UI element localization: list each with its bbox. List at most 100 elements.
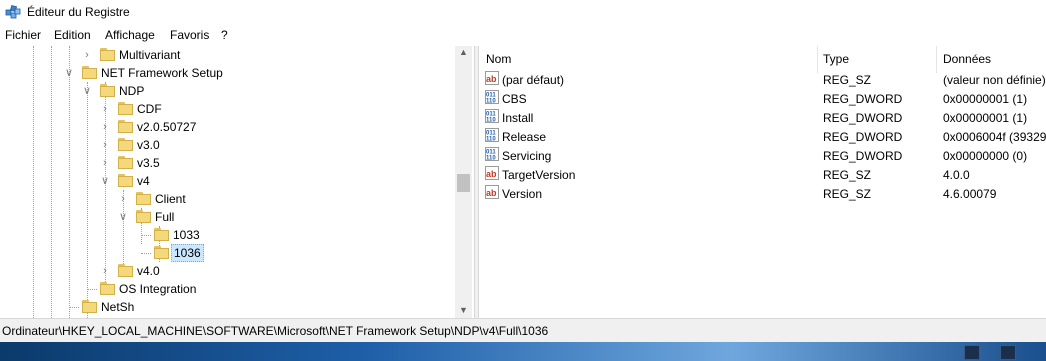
folder-icon — [118, 102, 134, 115]
value-type: REG_DWORD — [823, 92, 903, 106]
scroll-up-icon[interactable]: ▲ — [459, 47, 468, 57]
column-divider[interactable] — [817, 46, 818, 73]
tree-item-label[interactable]: v4 — [135, 172, 152, 190]
title-bar: Éditeur du Registre — [0, 0, 1046, 25]
tree-item-label[interactable]: v3.5 — [135, 154, 162, 172]
chevron-right-icon[interactable]: › — [100, 262, 110, 280]
chevron-down-icon[interactable]: ∨ — [100, 172, 110, 190]
tree-item[interactable]: › v3.5 — [0, 154, 455, 172]
value-row[interactable]: ab (par défaut) REG_SZ (valeur non définie) — [479, 71, 1046, 90]
binary-value-icon: 011 110 — [485, 90, 499, 105]
chevron-right-icon[interactable]: › — [118, 190, 128, 208]
svg-text:110: 110 — [486, 99, 496, 105]
value-type: REG_SZ — [823, 73, 872, 87]
scroll-down-icon[interactable]: ▼ — [459, 305, 468, 315]
value-name: Version — [502, 187, 543, 201]
value-row[interactable]: 011 110 Servicing REG_DWORD 0x00000000 (0) — [479, 147, 1046, 166]
folder-icon — [118, 174, 134, 187]
value-row[interactable]: 011 110 Install REG_DWORD 0x00000001 (1) — [479, 109, 1046, 128]
tree-connector-line — [69, 307, 79, 308]
folder-icon — [118, 138, 134, 151]
value-data: 0x00000000 (0) — [943, 149, 1028, 163]
binary-value-icon: 011 110 — [485, 109, 499, 124]
tree-item-label[interactable]: 1036 — [171, 244, 204, 262]
tree-item-label[interactable]: NetSh — [99, 298, 136, 316]
key-tree[interactable]: › Multivariant ∨ NET Framework Setup ∨ NDP › CD… — [0, 46, 474, 318]
column-header-type[interactable]: Type — [823, 52, 849, 66]
tree-scrollbar[interactable]: ▲ ▼ — [455, 46, 472, 318]
chevron-down-icon[interactable]: ∨ — [82, 82, 92, 100]
value-row[interactable]: ab Version REG_SZ 4.6.00079 — [479, 185, 1046, 204]
folder-icon — [118, 156, 134, 169]
taskbar-button[interactable] — [1000, 345, 1016, 360]
tree-connector-line — [141, 253, 151, 254]
tree-item[interactable]: › v2.0.50727 — [0, 118, 455, 136]
chevron-right-icon[interactable]: › — [82, 46, 92, 64]
chevron-right-icon[interactable]: › — [100, 136, 110, 154]
registry-editor-icon — [5, 4, 21, 19]
value-data: 4.0.0 — [943, 168, 970, 182]
tree-item[interactable]: ∨ v4 — [0, 172, 455, 190]
folder-icon — [154, 228, 170, 241]
tree-item-label[interactable]: CDF — [135, 100, 164, 118]
tree-item[interactable]: ∨ NDP — [0, 82, 455, 100]
chevron-right-icon[interactable]: › — [100, 100, 110, 118]
tree-item[interactable]: 1036 — [0, 244, 455, 262]
chevron-right-icon[interactable]: › — [100, 118, 110, 136]
tree-item[interactable]: OS Integration — [0, 280, 455, 298]
value-data: (valeur non définie) — [943, 73, 1046, 87]
menu-affichage[interactable]: Affichage — [105, 28, 155, 42]
value-row[interactable]: ab TargetVersion REG_SZ 4.0.0 — [479, 166, 1046, 185]
chevron-right-icon[interactable]: › — [100, 154, 110, 172]
current-key-path: Ordinateur\HKEY_LOCAL_MACHINE\SOFTWARE\M… — [2, 324, 549, 338]
tree-item-label[interactable]: NDP — [117, 82, 146, 100]
value-name: TargetVersion — [502, 168, 576, 182]
tree-item-label[interactable]: 1033 — [171, 226, 202, 244]
string-value-icon: ab — [485, 166, 499, 180]
tree-item-label[interactable]: Full — [153, 208, 176, 226]
binary-value-icon: 011 110 — [485, 128, 499, 143]
tree-item-label[interactable]: OS Integration — [117, 280, 198, 298]
tree-item[interactable]: ∨ NET Framework Setup — [0, 64, 455, 82]
folder-icon — [136, 210, 152, 223]
tree-item[interactable]: 1033 — [0, 226, 455, 244]
value-row[interactable]: 011 110 Release REG_DWORD 0x0006004f (393295… — [479, 128, 1046, 147]
column-header-data[interactable]: Données — [943, 52, 991, 66]
tree-item[interactable]: › v4.0 — [0, 262, 455, 280]
tree-item-label[interactable]: v2.0.50727 — [135, 118, 198, 136]
string-value-icon: ab — [485, 185, 499, 199]
tree-item[interactable]: › CDF — [0, 100, 455, 118]
tree-item[interactable]: NetSh — [0, 298, 455, 316]
value-type: REG_DWORD — [823, 111, 903, 125]
menu-edition[interactable]: Edition — [54, 28, 91, 42]
value-row[interactable]: 011 110 CBS REG_DWORD 0x00000001 (1) — [479, 90, 1046, 109]
menu-favoris[interactable]: Favoris — [170, 28, 209, 42]
tree-item[interactable]: › Multivariant — [0, 46, 455, 64]
tree-item-label[interactable]: v3.0 — [135, 136, 162, 154]
column-divider[interactable] — [936, 46, 937, 73]
menu-help[interactable]: ? — [221, 28, 228, 42]
tree-item-label[interactable]: Multivariant — [117, 46, 182, 64]
tree-item[interactable]: › Client — [0, 190, 455, 208]
tree-item-label[interactable]: v4.0 — [135, 262, 162, 280]
tree-item-label[interactable]: Client — [153, 190, 188, 208]
folder-icon — [100, 282, 116, 295]
tree-connector-line — [141, 235, 151, 236]
chevron-down-icon[interactable]: ∨ — [64, 64, 74, 82]
folder-icon — [118, 264, 134, 277]
taskbar-button[interactable] — [964, 345, 980, 360]
folder-icon — [82, 300, 98, 313]
svg-text:110: 110 — [486, 156, 496, 162]
window-title: Éditeur du Registre — [27, 5, 130, 19]
chevron-down-icon[interactable]: ∨ — [118, 208, 128, 226]
tree-item[interactable]: › v3.0 — [0, 136, 455, 154]
tree-item-label[interactable]: NET Framework Setup — [99, 64, 225, 82]
svg-text:ab: ab — [486, 169, 497, 179]
column-header-name[interactable]: Nom — [486, 52, 511, 66]
folder-icon — [154, 246, 170, 259]
scrollbar-thumb[interactable] — [457, 174, 470, 192]
values-list[interactable]: Nom Type Données ab (par défaut) REG_SZ (va… — [479, 46, 1046, 318]
menu-fichier[interactable]: Fichier — [5, 28, 41, 42]
value-name: CBS — [502, 92, 527, 106]
tree-item[interactable]: ∨ Full — [0, 208, 455, 226]
